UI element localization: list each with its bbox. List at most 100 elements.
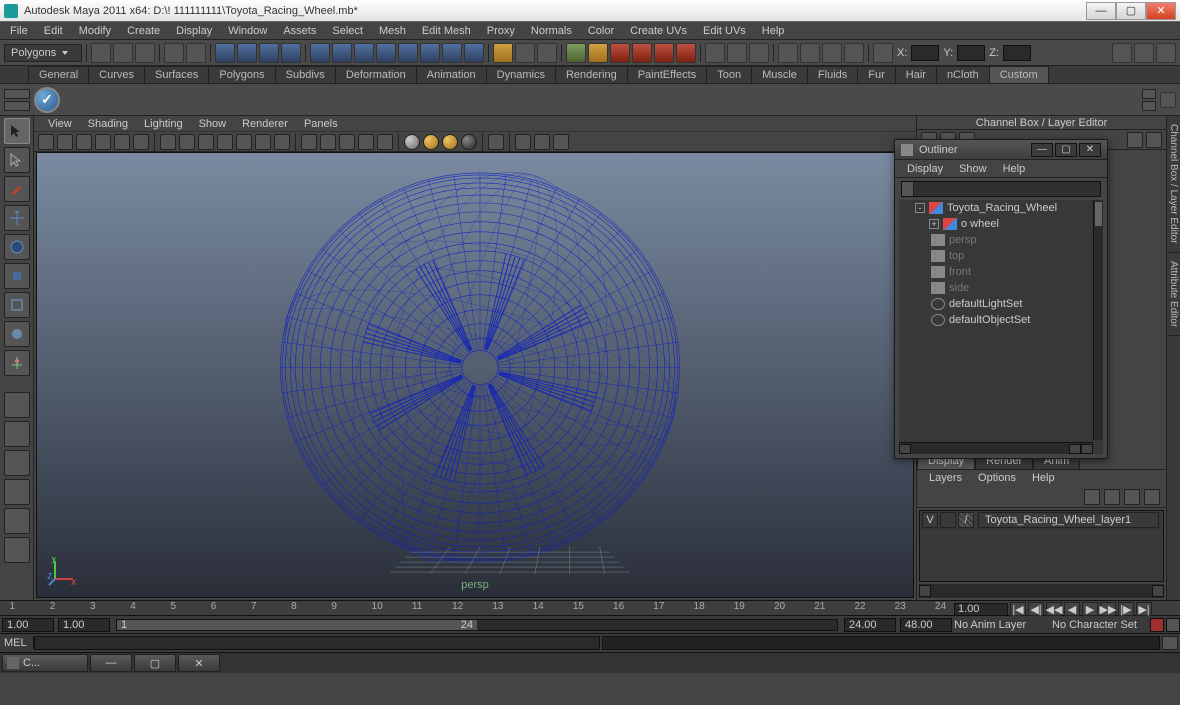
step-fwd-key-icon[interactable]: |▶ — [1118, 602, 1134, 616]
vp-shaded-icon[interactable] — [320, 134, 336, 150]
vp-menu-lighting[interactable]: Lighting — [136, 117, 191, 131]
vp-light-none-icon[interactable] — [404, 134, 420, 150]
render-view-icon[interactable] — [705, 43, 725, 63]
render-settings-icon[interactable] — [727, 43, 747, 63]
cb-icon-e[interactable] — [1146, 132, 1162, 148]
mode-dropdown[interactable]: Polygons — [4, 44, 82, 62]
shelf-tab-hair[interactable]: Hair — [895, 66, 937, 83]
paint-selection-tool[interactable] — [4, 176, 30, 202]
vp-grease-icon[interactable] — [133, 134, 149, 150]
vp-res-gate-icon[interactable] — [198, 134, 214, 150]
shelf-tab-dynamics[interactable]: Dynamics — [486, 66, 556, 83]
open-scene-icon[interactable] — [113, 43, 133, 63]
script-lang-label[interactable]: MEL — [0, 637, 34, 649]
save-scene-icon[interactable] — [135, 43, 155, 63]
make-live-icon[interactable] — [442, 43, 462, 63]
range-thumb[interactable]: 1 24 — [117, 620, 477, 630]
delete-nondeform-icon[interactable] — [632, 43, 652, 63]
vp-safe-action-icon[interactable] — [255, 134, 271, 150]
shelf-tab-ncloth[interactable]: nCloth — [936, 66, 990, 83]
shelf-tab-subdivs[interactable]: Subdivs — [275, 66, 336, 83]
vp-grid-icon[interactable] — [160, 134, 176, 150]
layout-two-h-icon[interactable] — [4, 450, 30, 476]
minimize-button[interactable]: — — [1086, 2, 1116, 20]
vp-image-plane-icon[interactable] — [95, 134, 111, 150]
taskbar-minimize-all[interactable]: — — [90, 654, 132, 672]
snap-plane-icon[interactable] — [376, 43, 396, 63]
layer-name[interactable]: Toyota_Racing_Wheel_layer1 — [978, 512, 1159, 528]
z-input[interactable] — [1003, 45, 1031, 61]
lasso-tool[interactable] — [4, 147, 30, 173]
new-scene-icon[interactable] — [91, 43, 111, 63]
shelf-tab-animation[interactable]: Animation — [416, 66, 487, 83]
outliner-minimize-button[interactable]: — — [1031, 143, 1053, 157]
transform-input-icon[interactable] — [873, 43, 893, 63]
layer-row[interactable]: V / Toyota_Racing_Wheel_layer1 — [920, 511, 1163, 529]
scroll-right-icon[interactable] — [1152, 585, 1164, 597]
menu-edit-uvs[interactable]: Edit UVs — [695, 23, 754, 39]
snap-grid-icon[interactable] — [310, 43, 330, 63]
scroll-right-icon-2[interactable] — [1081, 444, 1093, 454]
taskbar-app-button[interactable]: C... — [2, 654, 88, 672]
move-tool[interactable] — [4, 205, 30, 231]
menu-proxy[interactable]: Proxy — [479, 23, 523, 39]
go-start-icon[interactable]: |◀ — [1010, 602, 1026, 616]
vp-select-cam-icon[interactable] — [38, 134, 54, 150]
shelf-tab-surfaces[interactable]: Surfaces — [144, 66, 209, 83]
layer-menu-layers[interactable]: Layers — [921, 470, 970, 486]
select-tool[interactable] — [4, 118, 30, 144]
layer-type-cell[interactable] — [940, 512, 956, 528]
outliner-icon[interactable] — [822, 43, 842, 63]
vp-bookmarks-icon[interactable] — [76, 134, 92, 150]
menu-normals[interactable]: Normals — [523, 23, 580, 39]
outliner-item[interactable]: defaultObjectSet — [899, 312, 1103, 328]
menu-file[interactable]: File — [2, 23, 36, 39]
vert-tab-attribute-editor[interactable]: Attribute Editor — [1167, 253, 1180, 336]
layer-menu-options[interactable]: Options — [970, 470, 1024, 486]
sidebar-toggle-b-icon[interactable] — [1134, 43, 1154, 63]
cb-icon-d[interactable] — [1127, 132, 1143, 148]
scroll-left-icon[interactable] — [919, 585, 931, 597]
menu-modify[interactable]: Modify — [71, 23, 119, 39]
menu-help[interactable]: Help — [754, 23, 793, 39]
outliner-item[interactable]: +o wheel — [899, 216, 1103, 232]
snap-live-icon[interactable] — [398, 43, 418, 63]
sidebar-toggle-c-icon[interactable] — [1156, 43, 1176, 63]
vp-xray-icon[interactable] — [515, 134, 531, 150]
vp-textured-icon[interactable] — [339, 134, 355, 150]
layer-color-cell[interactable]: / — [958, 512, 974, 528]
menu-assets[interactable]: Assets — [275, 23, 324, 39]
history-icon[interactable] — [493, 43, 513, 63]
scroll-left-icon[interactable] — [899, 444, 911, 454]
vp-gate-mask-icon[interactable] — [217, 134, 233, 150]
layout-single-icon[interactable] — [4, 392, 30, 418]
anim-layer-dropdown[interactable]: No Anim Layer — [954, 619, 1050, 631]
taskbar-close-all[interactable]: ✕ — [178, 654, 220, 672]
scale-tool[interactable] — [4, 263, 30, 289]
shelf-tab-polygons[interactable]: Polygons — [208, 66, 275, 83]
vp-safe-title-icon[interactable] — [274, 134, 290, 150]
layer-icon-a[interactable] — [1084, 489, 1100, 505]
shelf-tab-rendering[interactable]: Rendering — [555, 66, 628, 83]
menu-edit[interactable]: Edit — [36, 23, 71, 39]
script-editor-icon[interactable] — [844, 43, 864, 63]
step-fwd-icon[interactable]: ▶▶ — [1100, 602, 1116, 616]
vp-wireframe-icon[interactable] — [301, 134, 317, 150]
scroll-right-icon[interactable] — [1069, 444, 1081, 454]
menu-create-uvs[interactable]: Create UVs — [622, 23, 695, 39]
delete-history-icon[interactable] — [610, 43, 630, 63]
outliner-vscroll[interactable] — [1093, 200, 1103, 440]
outliner-close-button[interactable]: ✕ — [1079, 143, 1101, 157]
vert-tab-channel-box-layer-editor[interactable]: Channel Box / Layer Editor — [1167, 116, 1180, 253]
shelf-tab-fur[interactable]: Fur — [857, 66, 896, 83]
anim-end-input[interactable]: 48.00 — [900, 618, 952, 632]
shelf-tab-custom[interactable]: Custom — [989, 66, 1049, 83]
layer-icon-b[interactable] — [1104, 489, 1120, 505]
redo-icon[interactable] — [186, 43, 206, 63]
snap-curve-icon[interactable] — [332, 43, 352, 63]
outliner-hscroll[interactable] — [899, 442, 1093, 454]
prefs-icon[interactable] — [1166, 618, 1180, 632]
outliner-item[interactable]: front — [899, 264, 1103, 280]
vp-menu-panels[interactable]: Panels — [296, 117, 346, 131]
vp-expose-icon[interactable] — [553, 134, 569, 150]
